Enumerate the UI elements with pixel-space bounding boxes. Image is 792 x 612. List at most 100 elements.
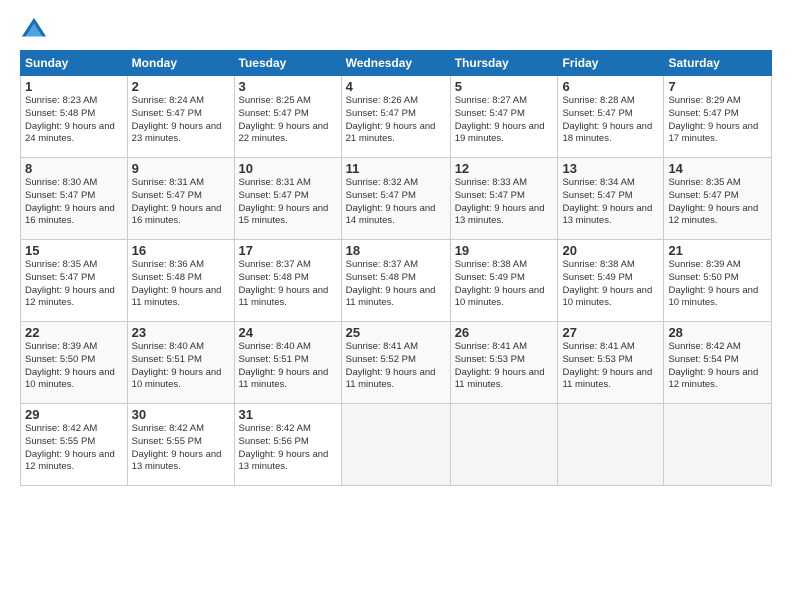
calendar-cell: 17Sunrise: 8:37 AMSunset: 5:48 PMDayligh… (234, 240, 341, 322)
day-info: Sunrise: 8:38 AMSunset: 5:49 PMDaylight:… (455, 259, 554, 310)
calendar-cell: 9Sunrise: 8:31 AMSunset: 5:47 PMDaylight… (127, 158, 234, 240)
calendar-header-friday: Friday (558, 51, 664, 76)
calendar-header-monday: Monday (127, 51, 234, 76)
day-info: Sunrise: 8:42 AMSunset: 5:54 PMDaylight:… (668, 341, 767, 392)
day-info: Sunrise: 8:31 AMSunset: 5:47 PMDaylight:… (239, 177, 337, 228)
day-number: 14 (668, 161, 767, 176)
day-number: 2 (132, 79, 230, 94)
day-info: Sunrise: 8:41 AMSunset: 5:53 PMDaylight:… (455, 341, 554, 392)
day-info: Sunrise: 8:40 AMSunset: 5:51 PMDaylight:… (239, 341, 337, 392)
day-info: Sunrise: 8:36 AMSunset: 5:48 PMDaylight:… (132, 259, 230, 310)
day-number: 22 (25, 325, 123, 340)
calendar-cell: 16Sunrise: 8:36 AMSunset: 5:48 PMDayligh… (127, 240, 234, 322)
calendar-cell: 24Sunrise: 8:40 AMSunset: 5:51 PMDayligh… (234, 322, 341, 404)
day-info: Sunrise: 8:42 AMSunset: 5:56 PMDaylight:… (239, 423, 337, 474)
day-number: 31 (239, 407, 337, 422)
day-info: Sunrise: 8:23 AMSunset: 5:48 PMDaylight:… (25, 95, 123, 146)
calendar-header-thursday: Thursday (450, 51, 558, 76)
calendar-cell: 18Sunrise: 8:37 AMSunset: 5:48 PMDayligh… (341, 240, 450, 322)
logo (20, 16, 52, 44)
day-number: 30 (132, 407, 230, 422)
day-info: Sunrise: 8:28 AMSunset: 5:47 PMDaylight:… (562, 95, 659, 146)
calendar-header-sunday: Sunday (21, 51, 128, 76)
day-number: 7 (668, 79, 767, 94)
day-info: Sunrise: 8:42 AMSunset: 5:55 PMDaylight:… (25, 423, 123, 474)
calendar-cell: 14Sunrise: 8:35 AMSunset: 5:47 PMDayligh… (664, 158, 772, 240)
day-info: Sunrise: 8:39 AMSunset: 5:50 PMDaylight:… (668, 259, 767, 310)
day-info: Sunrise: 8:41 AMSunset: 5:52 PMDaylight:… (346, 341, 446, 392)
day-number: 28 (668, 325, 767, 340)
day-info: Sunrise: 8:33 AMSunset: 5:47 PMDaylight:… (455, 177, 554, 228)
day-info: Sunrise: 8:37 AMSunset: 5:48 PMDaylight:… (346, 259, 446, 310)
day-number: 27 (562, 325, 659, 340)
calendar-cell: 19Sunrise: 8:38 AMSunset: 5:49 PMDayligh… (450, 240, 558, 322)
day-info: Sunrise: 8:37 AMSunset: 5:48 PMDaylight:… (239, 259, 337, 310)
day-number: 18 (346, 243, 446, 258)
calendar-cell: 22Sunrise: 8:39 AMSunset: 5:50 PMDayligh… (21, 322, 128, 404)
day-number: 12 (455, 161, 554, 176)
logo-icon (20, 16, 48, 44)
day-number: 5 (455, 79, 554, 94)
header (20, 16, 772, 44)
calendar-cell: 15Sunrise: 8:35 AMSunset: 5:47 PMDayligh… (21, 240, 128, 322)
day-number: 6 (562, 79, 659, 94)
calendar-cell: 31Sunrise: 8:42 AMSunset: 5:56 PMDayligh… (234, 404, 341, 486)
calendar-cell: 8Sunrise: 8:30 AMSunset: 5:47 PMDaylight… (21, 158, 128, 240)
calendar-cell: 20Sunrise: 8:38 AMSunset: 5:49 PMDayligh… (558, 240, 664, 322)
calendar-header-wednesday: Wednesday (341, 51, 450, 76)
calendar-cell (341, 404, 450, 486)
calendar-cell: 21Sunrise: 8:39 AMSunset: 5:50 PMDayligh… (664, 240, 772, 322)
day-info: Sunrise: 8:24 AMSunset: 5:47 PMDaylight:… (132, 95, 230, 146)
calendar-cell: 11Sunrise: 8:32 AMSunset: 5:47 PMDayligh… (341, 158, 450, 240)
day-number: 25 (346, 325, 446, 340)
day-number: 24 (239, 325, 337, 340)
day-number: 1 (25, 79, 123, 94)
day-number: 19 (455, 243, 554, 258)
calendar-cell: 1Sunrise: 8:23 AMSunset: 5:48 PMDaylight… (21, 76, 128, 158)
day-number: 9 (132, 161, 230, 176)
day-info: Sunrise: 8:32 AMSunset: 5:47 PMDaylight:… (346, 177, 446, 228)
calendar-cell: 13Sunrise: 8:34 AMSunset: 5:47 PMDayligh… (558, 158, 664, 240)
calendar-week-5: 29Sunrise: 8:42 AMSunset: 5:55 PMDayligh… (21, 404, 772, 486)
calendar-cell (450, 404, 558, 486)
day-info: Sunrise: 8:42 AMSunset: 5:55 PMDaylight:… (132, 423, 230, 474)
day-number: 13 (562, 161, 659, 176)
page-container: SundayMondayTuesdayWednesdayThursdayFrid… (0, 0, 792, 496)
calendar-cell: 10Sunrise: 8:31 AMSunset: 5:47 PMDayligh… (234, 158, 341, 240)
day-number: 15 (25, 243, 123, 258)
calendar-cell (664, 404, 772, 486)
day-info: Sunrise: 8:39 AMSunset: 5:50 PMDaylight:… (25, 341, 123, 392)
calendar-cell: 12Sunrise: 8:33 AMSunset: 5:47 PMDayligh… (450, 158, 558, 240)
calendar-week-3: 15Sunrise: 8:35 AMSunset: 5:47 PMDayligh… (21, 240, 772, 322)
day-info: Sunrise: 8:38 AMSunset: 5:49 PMDaylight:… (562, 259, 659, 310)
calendar-cell: 23Sunrise: 8:40 AMSunset: 5:51 PMDayligh… (127, 322, 234, 404)
day-info: Sunrise: 8:26 AMSunset: 5:47 PMDaylight:… (346, 95, 446, 146)
calendar-cell: 7Sunrise: 8:29 AMSunset: 5:47 PMDaylight… (664, 76, 772, 158)
day-info: Sunrise: 8:35 AMSunset: 5:47 PMDaylight:… (25, 259, 123, 310)
day-number: 20 (562, 243, 659, 258)
day-number: 10 (239, 161, 337, 176)
day-number: 4 (346, 79, 446, 94)
day-number: 3 (239, 79, 337, 94)
day-number: 21 (668, 243, 767, 258)
day-number: 11 (346, 161, 446, 176)
day-number: 8 (25, 161, 123, 176)
day-number: 26 (455, 325, 554, 340)
day-info: Sunrise: 8:29 AMSunset: 5:47 PMDaylight:… (668, 95, 767, 146)
day-number: 23 (132, 325, 230, 340)
day-info: Sunrise: 8:40 AMSunset: 5:51 PMDaylight:… (132, 341, 230, 392)
day-info: Sunrise: 8:25 AMSunset: 5:47 PMDaylight:… (239, 95, 337, 146)
calendar-table: SundayMondayTuesdayWednesdayThursdayFrid… (20, 50, 772, 486)
calendar-week-2: 8Sunrise: 8:30 AMSunset: 5:47 PMDaylight… (21, 158, 772, 240)
calendar-cell: 27Sunrise: 8:41 AMSunset: 5:53 PMDayligh… (558, 322, 664, 404)
calendar-week-4: 22Sunrise: 8:39 AMSunset: 5:50 PMDayligh… (21, 322, 772, 404)
calendar-header-saturday: Saturday (664, 51, 772, 76)
calendar-header-tuesday: Tuesday (234, 51, 341, 76)
day-info: Sunrise: 8:35 AMSunset: 5:47 PMDaylight:… (668, 177, 767, 228)
day-info: Sunrise: 8:34 AMSunset: 5:47 PMDaylight:… (562, 177, 659, 228)
calendar-cell: 6Sunrise: 8:28 AMSunset: 5:47 PMDaylight… (558, 76, 664, 158)
day-info: Sunrise: 8:27 AMSunset: 5:47 PMDaylight:… (455, 95, 554, 146)
calendar-cell: 25Sunrise: 8:41 AMSunset: 5:52 PMDayligh… (341, 322, 450, 404)
calendar-cell: 5Sunrise: 8:27 AMSunset: 5:47 PMDaylight… (450, 76, 558, 158)
day-number: 17 (239, 243, 337, 258)
